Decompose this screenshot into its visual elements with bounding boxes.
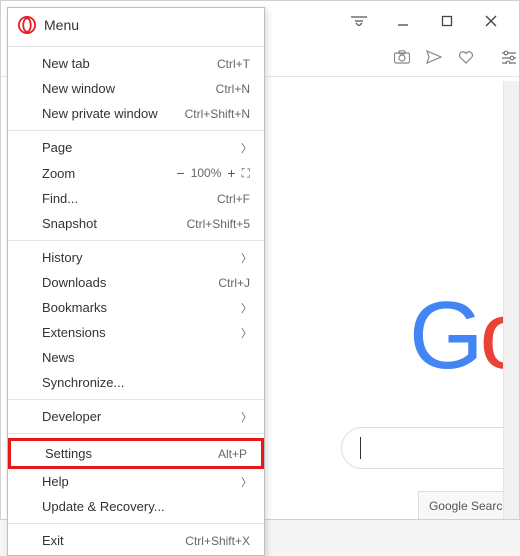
menu-item-label: Snapshot <box>42 216 187 231</box>
menu-item-new-window[interactable]: New window Ctrl+N <box>8 76 264 101</box>
menu-separator <box>8 240 264 241</box>
minimize-button[interactable] <box>381 7 425 35</box>
menu-item-label: New private window <box>42 106 185 121</box>
window-controls <box>337 7 513 35</box>
menu-item-label: Update & Recovery... <box>42 499 250 514</box>
menu-item-accel: Ctrl+J <box>218 276 250 290</box>
menu-item-accel: Ctrl+N <box>216 82 250 96</box>
send-icon <box>426 50 442 64</box>
menu-item-accel: Alt+P <box>218 447 247 461</box>
maximize-button[interactable] <box>425 7 469 35</box>
menu-item-snapshot[interactable]: Snapshot Ctrl+Shift+5 <box>8 211 264 236</box>
zoom-in-button[interactable]: + <box>227 165 235 181</box>
menu-item-label: News <box>42 350 250 365</box>
fullscreen-button[interactable]: ⛶ <box>242 166 250 181</box>
menu-item-label: Page <box>42 140 250 155</box>
menu-item-label: Synchronize... <box>42 375 250 390</box>
menu-header[interactable]: Menu <box>8 8 264 44</box>
menu-item-exit[interactable]: Exit Ctrl+Shift+X <box>8 528 264 553</box>
menu-separator <box>8 130 264 131</box>
menu-item-page[interactable]: Page 〉 <box>8 135 264 160</box>
menu-item-accel: Ctrl+Shift+N <box>185 107 250 121</box>
bookmark-button[interactable] <box>457 50 475 67</box>
easy-setup-button[interactable] <box>495 50 513 67</box>
chevron-right-icon: 〉 <box>241 474 252 490</box>
menu-item-label: Find... <box>42 191 217 206</box>
easy-setup-icon <box>501 50 517 64</box>
menu-item-label: Downloads <box>42 275 218 290</box>
menu-separator <box>8 523 264 524</box>
send-button[interactable] <box>425 50 443 67</box>
tabs-icon <box>351 16 367 26</box>
menu-item-new-private-window[interactable]: New private window Ctrl+Shift+N <box>8 101 264 126</box>
menu-item-new-tab[interactable]: New tab Ctrl+T <box>8 51 264 76</box>
vertical-scrollbar[interactable] <box>503 81 519 519</box>
chevron-right-icon: 〉 <box>241 300 252 316</box>
chevron-right-icon: 〉 <box>241 140 252 156</box>
menu-item-accel: Ctrl+Shift+X <box>185 534 250 548</box>
menu-item-accel: Ctrl+F <box>217 192 250 206</box>
menu-item-accel: Ctrl+T <box>217 57 250 71</box>
tabs-menu-button[interactable] <box>337 7 381 35</box>
menu-title: Menu <box>44 17 79 33</box>
menu-item-label: Bookmarks <box>42 300 250 315</box>
menu-item-label: Help <box>42 474 250 489</box>
chevron-right-icon: 〉 <box>241 409 252 425</box>
menu-item-label: History <box>42 250 250 265</box>
close-button[interactable] <box>469 7 513 35</box>
zoom-out-button[interactable]: − <box>177 165 185 181</box>
google-logo-g: G <box>409 282 480 389</box>
snapshot-button[interactable] <box>393 50 411 67</box>
menu-item-accel: Ctrl+Shift+5 <box>187 217 250 231</box>
menu-item-news[interactable]: News <box>8 345 264 370</box>
address-bar-actions <box>385 50 483 67</box>
menu-item-label: Exit <box>42 533 185 548</box>
zoom-value: 100% <box>191 166 222 180</box>
main-menu: Menu New tab Ctrl+T New window Ctrl+N Ne… <box>7 7 265 556</box>
chevron-right-icon: 〉 <box>241 250 252 266</box>
browser-window: v.google.com <box>1 1 519 519</box>
menu-item-bookmarks[interactable]: Bookmarks 〉 <box>8 295 264 320</box>
menu-item-label: Settings <box>45 446 218 461</box>
opera-logo-icon <box>18 16 36 34</box>
menu-item-developer[interactable]: Developer 〉 <box>8 404 264 429</box>
menu-item-extensions[interactable]: Extensions 〉 <box>8 320 264 345</box>
google-search-input[interactable] <box>341 427 519 469</box>
menu-item-label: Extensions <box>42 325 250 340</box>
text-cursor <box>360 437 361 459</box>
menu-separator <box>8 46 264 47</box>
google-search-label: Google Search <box>429 499 509 513</box>
heart-icon <box>458 50 474 64</box>
menu-item-label: Developer <box>42 409 250 424</box>
menu-item-synchronize[interactable]: Synchronize... <box>8 370 264 395</box>
menu-item-update-recovery[interactable]: Update & Recovery... <box>8 494 264 519</box>
menu-item-history[interactable]: History 〉 <box>8 245 264 270</box>
camera-icon <box>394 50 410 64</box>
menu-item-help[interactable]: Help 〉 <box>8 469 264 494</box>
menu-item-label: Zoom <box>42 166 177 181</box>
maximize-icon <box>441 15 453 27</box>
menu-item-downloads[interactable]: Downloads Ctrl+J <box>8 270 264 295</box>
menu-item-label: New window <box>42 81 216 96</box>
menu-item-settings[interactable]: Settings Alt+P <box>8 438 264 469</box>
menu-separator <box>8 399 264 400</box>
minimize-icon <box>397 15 409 27</box>
chevron-right-icon: 〉 <box>241 325 252 341</box>
close-icon <box>485 15 497 27</box>
menu-item-find[interactable]: Find... Ctrl+F <box>8 186 264 211</box>
menu-item-zoom[interactable]: Zoom − 100% + ⛶ <box>8 160 264 186</box>
menu-item-label: New tab <box>42 56 217 71</box>
menu-separator <box>8 433 264 434</box>
